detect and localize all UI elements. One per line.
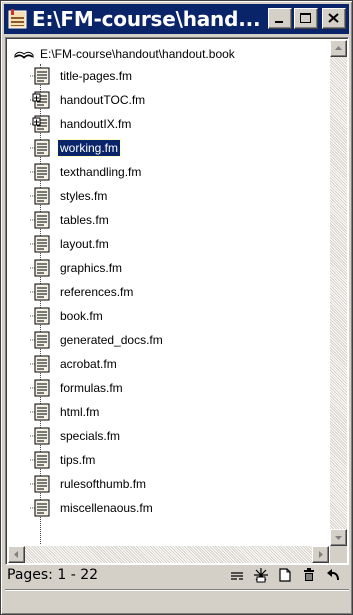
file-row[interactable]: specials.fm [30, 427, 122, 445]
tree-connector [40, 64, 41, 544]
document-icon [30, 474, 52, 494]
file-name: html.fm [60, 405, 100, 419]
file-row[interactable]: acrobat.fm [30, 355, 119, 373]
file-name: graphics.fm [60, 261, 123, 275]
horizontal-scrollbar[interactable] [8, 546, 329, 563]
scroll-down-button[interactable] [330, 529, 347, 546]
document-icon [30, 450, 52, 470]
document-icon [30, 210, 52, 230]
maximize-icon [300, 13, 311, 23]
file-name: texthandling.fm [60, 165, 142, 179]
maximize-button[interactable] [294, 8, 318, 29]
file-row[interactable]: texthandling.fm [30, 163, 143, 181]
book-window: E:\FM-course\hand... E:\FM-course\handou… [0, 0, 353, 615]
document-icon [30, 258, 52, 278]
scroll-up-button[interactable] [330, 40, 347, 57]
document-icon [30, 330, 52, 350]
book-root[interactable]: E:\FM-course\handout\handout.book [14, 46, 235, 62]
file-row[interactable]: generated_docs.fm [30, 331, 165, 349]
file-name: rulesofthumb.fm [60, 477, 147, 491]
file-name: miscellenaous.fm [60, 501, 153, 515]
file-name: working.fm [56, 139, 122, 157]
document-icon [30, 234, 52, 254]
document-icon [30, 186, 52, 206]
document-icon [30, 402, 52, 422]
update-icon[interactable] [253, 567, 269, 583]
file-row[interactable]: tips.fm [30, 451, 97, 469]
close-icon [328, 13, 339, 23]
arrow-left-icon [14, 551, 18, 558]
book-path: E:\FM-course\handout\handout.book [40, 47, 235, 61]
document-icon [30, 354, 52, 374]
file-name: layout.fm [60, 237, 109, 251]
close-button[interactable] [322, 8, 346, 29]
document-icon [30, 426, 52, 446]
file-row[interactable]: title-pages.fm [30, 67, 134, 85]
status-bar: Pages: 1 - 22 [5, 567, 349, 611]
document-icon [30, 498, 52, 518]
book-file-list[interactable]: E:\FM-course\handout\handout.book title-… [5, 37, 349, 565]
scroll-left-button[interactable] [8, 546, 25, 563]
scroll-right-button[interactable] [312, 546, 329, 563]
status-separator [5, 589, 349, 591]
file-name: title-pages.fm [60, 69, 133, 83]
scrollbar-corner [330, 546, 347, 563]
open-book-icon [14, 51, 34, 59]
file-name: acrobat.fm [60, 357, 117, 371]
file-row[interactable]: references.fm [30, 283, 135, 301]
file-name: specials.fm [60, 429, 121, 443]
file-name: book.fm [60, 309, 103, 323]
vertical-scrollbar[interactable] [330, 40, 347, 546]
page-range: Pages: 1 - 22 [7, 567, 99, 583]
file-name: handoutTOC.fm [60, 93, 146, 107]
document-icon [30, 66, 52, 86]
window-title: E:\FM-course\hand... [32, 7, 261, 31]
minimize-button[interactable] [268, 8, 292, 29]
file-row[interactable]: html.fm [30, 403, 101, 421]
book-tree: E:\FM-course\handout\handout.book title-… [8, 40, 328, 546]
file-row[interactable]: book.fm [30, 307, 105, 325]
file-row[interactable]: miscellenaous.fm [30, 499, 155, 517]
file-name: styles.fm [60, 189, 108, 203]
minimize-icon [275, 21, 283, 23]
arrow-down-icon [335, 536, 342, 540]
generated-index-icon [30, 114, 52, 134]
document-icon [30, 138, 52, 158]
title-bar[interactable]: E:\FM-course\hand... [4, 4, 349, 34]
file-name: references.fm [60, 285, 134, 299]
document-icon [30, 378, 52, 398]
document-icon [30, 282, 52, 302]
file-row[interactable]: formulas.fm [30, 379, 125, 397]
file-name: formulas.fm [60, 381, 123, 395]
delete-icon[interactable] [301, 567, 317, 583]
file-row[interactable]: handoutTOC.fm [30, 91, 147, 109]
arrow-right-icon [319, 551, 323, 558]
file-row[interactable]: graphics.fm [30, 259, 124, 277]
file-row[interactable]: rulesofthumb.fm [30, 475, 148, 493]
file-name: tips.fm [60, 453, 96, 467]
file-row[interactable]: working.fm [30, 138, 122, 158]
file-row[interactable]: tables.fm [30, 211, 111, 229]
file-name: tables.fm [60, 213, 109, 227]
new-file-icon[interactable] [277, 567, 293, 583]
arrow-up-icon [335, 46, 342, 50]
properties-icon[interactable] [229, 567, 245, 583]
file-row[interactable]: styles.fm [30, 187, 109, 205]
undo-icon[interactable] [325, 567, 341, 583]
file-name: handoutIX.fm [60, 117, 132, 131]
document-icon [30, 306, 52, 326]
document-icon [30, 162, 52, 182]
framemaker-book-icon[interactable] [8, 8, 28, 30]
file-row[interactable]: layout.fm [30, 235, 111, 253]
file-name: generated_docs.fm [60, 333, 163, 347]
file-row[interactable]: handoutIX.fm [30, 115, 133, 133]
generated-toc-icon [30, 90, 52, 110]
